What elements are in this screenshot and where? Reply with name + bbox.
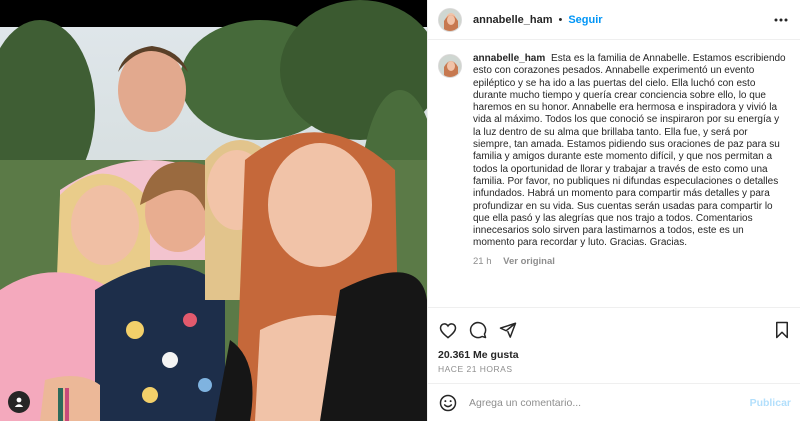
comment-input[interactable] xyxy=(469,396,739,409)
more-horizontal-icon[interactable] xyxy=(771,10,791,30)
caption-avatar[interactable] xyxy=(438,54,462,78)
post-comment-button[interactable]: Publicar xyxy=(750,397,791,409)
bookmark-icon[interactable] xyxy=(772,320,792,340)
caption-username[interactable]: annabelle_ham xyxy=(473,53,545,64)
avatar[interactable] xyxy=(438,7,462,32)
post-header: annabelle_ham • Seguir xyxy=(428,0,800,40)
header-username[interactable]: annabelle_ham xyxy=(473,14,552,26)
heart-icon[interactable] xyxy=(438,320,458,340)
user-tag-icon[interactable] xyxy=(8,391,30,413)
comment-icon[interactable] xyxy=(468,320,488,340)
caption-section: annabelle_ham Esta es la familia de Anna… xyxy=(428,41,800,311)
family-photo-illustration xyxy=(0,0,427,421)
caption-meta: 21 h Ver original xyxy=(473,256,788,267)
follow-button[interactable]: Seguir xyxy=(568,14,602,26)
post-side-panel: annabelle_ham • Seguir annabelle_ham Est… xyxy=(427,0,800,421)
post-timestamp[interactable]: HACE 21 HORAS xyxy=(438,364,513,374)
likes-count[interactable]: 20.361 Me gusta xyxy=(438,349,519,361)
paper-plane-icon[interactable] xyxy=(498,320,518,340)
caption-body: annabelle_ham Esta es la familia de Anna… xyxy=(473,53,788,311)
comment-bar: Publicar xyxy=(428,383,800,421)
caption-age: 21 h xyxy=(473,255,492,267)
post-actions xyxy=(428,307,800,347)
emoji-icon[interactable] xyxy=(438,393,458,413)
caption-content: Esta es la familia de Annabelle. Estamos… xyxy=(473,53,786,249)
post-photo[interactable] xyxy=(0,0,427,421)
header-separator: • xyxy=(558,13,563,26)
see-original-link[interactable]: Ver original xyxy=(503,256,555,267)
caption-text: annabelle_ham Esta es la familia de Anna… xyxy=(473,53,788,250)
